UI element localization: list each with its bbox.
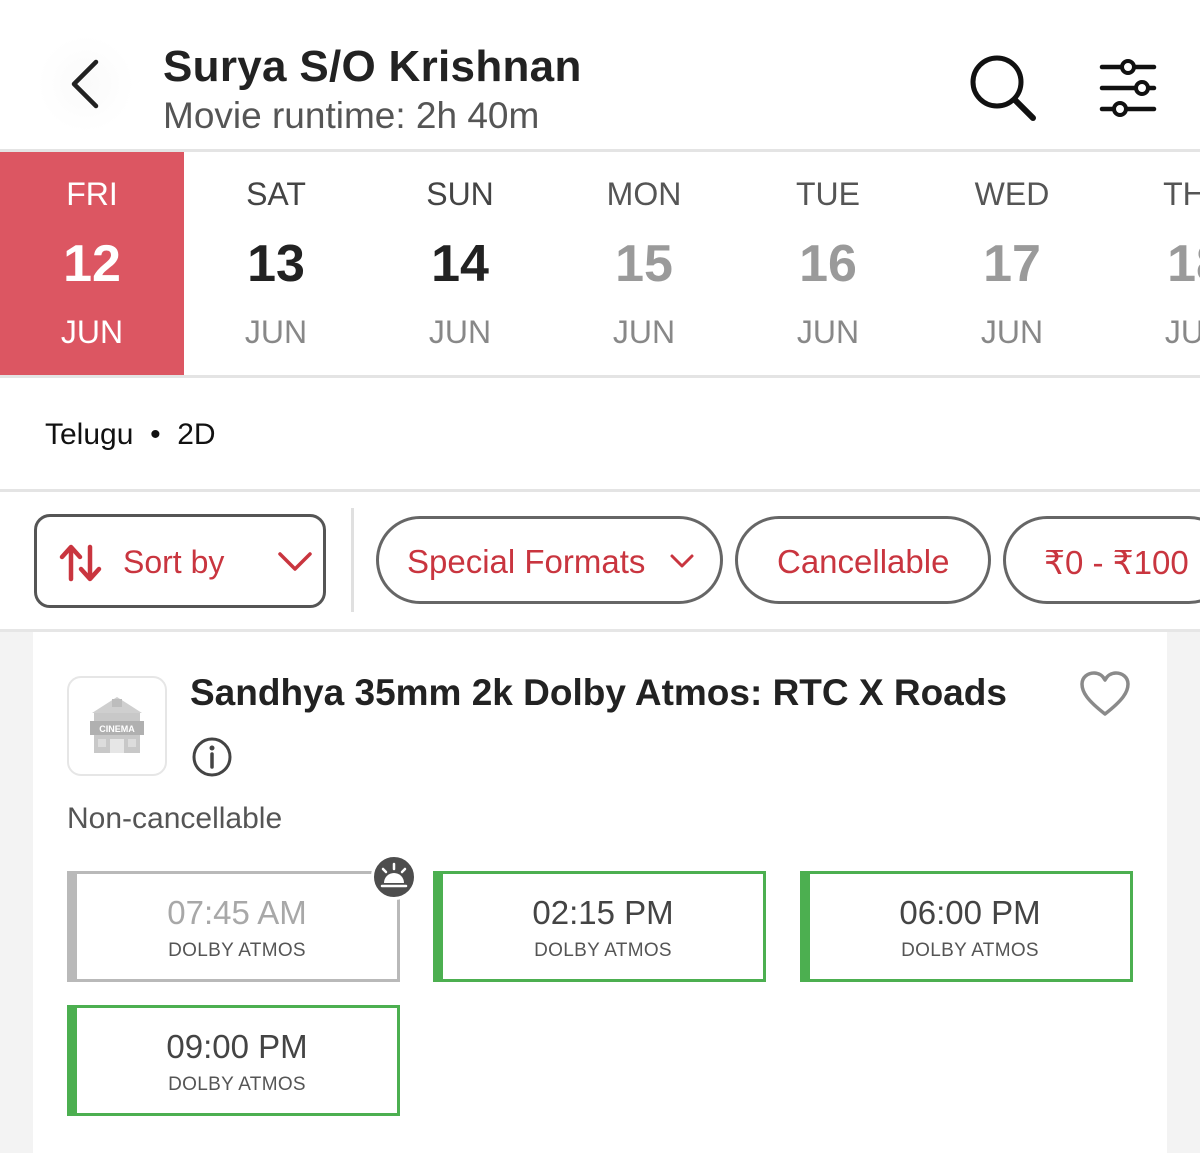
date-item-sun-14[interactable]: SUN 14 JUN — [368, 152, 552, 375]
cinema-name[interactable]: Sandhya 35mm 2k Dolby Atmos: RTC X Roads — [190, 672, 1007, 714]
date-dow: MON — [606, 176, 682, 212]
date-month: JUN — [428, 314, 492, 350]
date-month: JUN — [796, 314, 860, 350]
showtime-slot[interactable]: 09:00 PM DOLBY ATMOS — [67, 1005, 400, 1116]
date-selector: FRI 12 JUN SAT 13 JUN SUN 14 JUN MON 15 … — [0, 152, 1200, 378]
date-item-thu-18[interactable]: THU 18 JUN — [1104, 152, 1200, 375]
showtime-format: DOLBY ATMOS — [534, 940, 672, 961]
info-icon[interactable] — [191, 736, 233, 778]
filter-bar: Sort by Special Formats Cancellable ₹0 -… — [0, 492, 1200, 632]
date-dow: TUE — [796, 176, 860, 212]
filter-button[interactable] — [1090, 55, 1166, 121]
showtime-time: 07:45 AM — [167, 894, 307, 931]
movie-title: Surya S/O Krishnan — [163, 42, 582, 91]
showtime-time: 02:15 PM — [532, 894, 674, 931]
special-formats-chip[interactable]: Special Formats — [376, 516, 723, 604]
price-range-label: ₹0 - ₹100 — [1044, 544, 1189, 581]
date-month: JUN — [1164, 314, 1200, 350]
date-dow: WED — [974, 176, 1050, 212]
cancellable-label: Cancellable — [777, 543, 950, 580]
date-day: 13 — [247, 235, 305, 293]
date-month: JUN — [612, 314, 676, 350]
back-arrow-icon — [71, 59, 99, 109]
app-header: Surya S/O Krishnan Movie runtime: 2h 40m — [0, 0, 1200, 152]
cinema-card: CINEMA Sandhya 35mm 2k Dolby Atmos: RTC … — [33, 632, 1167, 1153]
date-dow: SAT — [246, 176, 306, 212]
cancellable-chip[interactable]: Cancellable — [735, 516, 991, 604]
date-day: 14 — [431, 235, 489, 293]
date-item-sat-13[interactable]: SAT 13 JUN — [184, 152, 368, 375]
movie-runtime: Movie runtime: 2h 40m — [163, 95, 540, 136]
morning-show-badge — [371, 854, 417, 900]
showtime-format: DOLBY ATMOS — [168, 940, 306, 961]
date-month: JUN — [244, 314, 308, 350]
sort-by-dropdown[interactable]: Sort by — [34, 514, 326, 608]
showtime-format: DOLBY ATMOS — [168, 1074, 306, 1095]
cinema-logo-text: CINEMA — [99, 724, 135, 734]
date-day: 16 — [799, 235, 857, 293]
filter-divider — [351, 508, 354, 612]
sort-by-label: Sort by — [123, 544, 225, 580]
date-item-wed-17[interactable]: WED 17 JUN — [920, 152, 1104, 375]
date-day: 17 — [983, 235, 1041, 293]
chevron-down-icon — [278, 552, 312, 571]
filter-sliders-icon — [1099, 59, 1157, 117]
showtime-format: DOLBY ATMOS — [901, 940, 1039, 961]
date-day: 12 — [63, 235, 121, 293]
date-item-tue-16[interactable]: TUE 16 JUN — [736, 152, 920, 375]
showtime-slot[interactable]: 07:45 AM DOLBY ATMOS — [67, 871, 400, 982]
search-button[interactable] — [965, 50, 1041, 126]
special-formats-label: Special Formats — [407, 543, 646, 580]
chevron-down-icon — [670, 554, 694, 568]
date-item-mon-15[interactable]: MON 15 JUN — [552, 152, 736, 375]
date-dow: FRI — [66, 176, 118, 212]
price-range-chip[interactable]: ₹0 - ₹100 — [1003, 516, 1200, 604]
language-format-row: Telugu • 2D — [0, 378, 1200, 492]
cancellation-policy: Non-cancellable — [67, 802, 283, 835]
cinema-logo-icon: CINEMA — [90, 697, 144, 753]
cinema-logo: CINEMA — [67, 676, 167, 776]
showtime-time: 09:00 PM — [166, 1028, 308, 1065]
date-month: JUN — [980, 314, 1044, 350]
search-icon — [970, 55, 1036, 121]
back-button[interactable] — [40, 32, 132, 136]
showtime-slot[interactable]: 06:00 PM DOLBY ATMOS — [800, 871, 1133, 982]
date-dow: THU — [1163, 176, 1200, 212]
date-dow: SUN — [426, 176, 494, 212]
sort-arrows-icon — [59, 544, 102, 582]
language-format-label: Telugu • 2D — [45, 418, 216, 451]
date-day: 18 — [1167, 235, 1200, 293]
morning-sun-icon — [380, 862, 408, 888]
showtime-slot[interactable]: 02:15 PM DOLBY ATMOS — [433, 871, 766, 982]
date-day: 15 — [615, 235, 673, 293]
date-month: JUN — [60, 314, 124, 350]
date-item-fri-12[interactable]: FRI 12 JUN — [0, 152, 184, 375]
heart-icon[interactable] — [1079, 670, 1131, 718]
showtime-time: 06:00 PM — [899, 894, 1041, 931]
